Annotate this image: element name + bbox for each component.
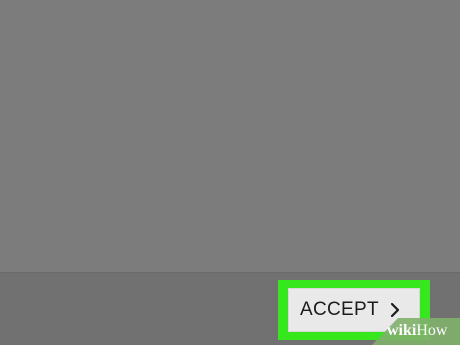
content-area <box>0 0 460 272</box>
watermark-brand-regular: How <box>416 322 448 339</box>
watermark-brand-bold: wiki <box>387 322 417 339</box>
chevron-right-icon <box>390 302 400 318</box>
wikihow-watermark: wikiHow <box>387 321 447 341</box>
accept-button-label: ACCEPT <box>300 299 379 320</box>
